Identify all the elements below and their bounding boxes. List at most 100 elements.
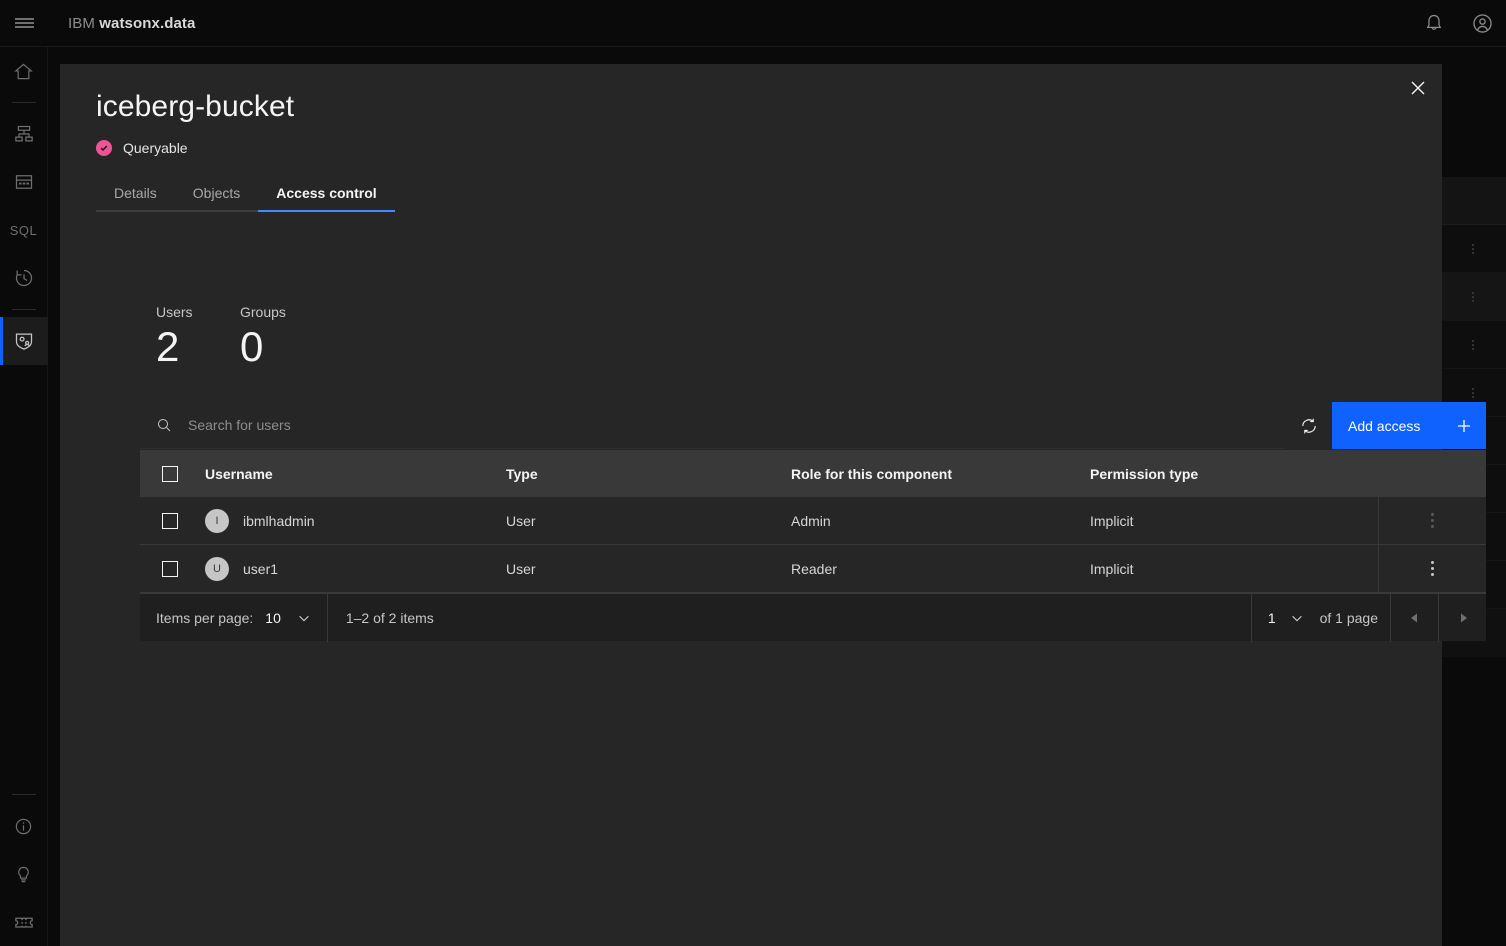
checkmark-filled-icon — [96, 140, 112, 156]
summary-users: Users 2 — [156, 304, 240, 368]
overflow-menu-icon — [1472, 339, 1474, 350]
access-control-panel: iceberg-bucket Queryable Details Objects… — [60, 64, 1486, 946]
sidebar-item-infrastructure[interactable] — [0, 110, 48, 158]
tab-label: Objects — [192, 185, 241, 201]
cell-role: Reader — [791, 560, 837, 577]
table-icon — [15, 175, 32, 189]
sidebar-item-support[interactable] — [0, 898, 48, 946]
top-header-actions — [1410, 0, 1506, 47]
pagination-range-text: 1–2 of 2 items — [345, 609, 434, 626]
cell-permission: Implicit — [1090, 512, 1134, 529]
cell-username: U user1 — [205, 556, 506, 581]
tab-label: Details — [114, 185, 157, 201]
brand-name: watsonx.data — [99, 14, 196, 32]
row-checkbox[interactable] — [162, 512, 178, 529]
left-nav-rail: SQL — [0, 47, 48, 946]
brand-title[interactable]: IBM watsonx.data — [68, 15, 195, 32]
column-header-role[interactable]: Role for this component — [791, 466, 1090, 482]
next-page-button[interactable] — [1438, 593, 1486, 642]
chevron-down-icon — [299, 615, 309, 621]
sidebar-item-tips[interactable] — [0, 850, 48, 898]
nav-divider — [11, 309, 36, 310]
previous-page-button[interactable] — [1390, 593, 1438, 642]
refresh-button[interactable] — [1285, 402, 1332, 449]
sql-icon: SQL — [9, 222, 38, 238]
page-number-select[interactable]: 1 — [1250, 593, 1320, 642]
sidebar-item-query-history[interactable] — [0, 254, 48, 302]
items-per-page-select[interactable]: 10 — [265, 610, 311, 626]
panel-header: iceberg-bucket Queryable Details Objects… — [60, 64, 1442, 212]
add-access-button[interactable]: Add access — [1332, 402, 1486, 449]
lightbulb-icon — [18, 866, 29, 882]
summary-label: Users — [156, 304, 193, 320]
brand-prefix: IBM — [68, 14, 95, 32]
summary-value: 2 — [156, 323, 180, 370]
items-per-page-value: 10 — [265, 609, 281, 626]
tab-list: Details Objects Access control — [96, 176, 395, 212]
tab-access-control[interactable]: Access control — [258, 176, 395, 212]
sidebar-item-sql[interactable]: SQL — [0, 206, 48, 254]
summary-groups: Groups 0 — [240, 304, 324, 368]
summary-value: 0 — [240, 323, 264, 370]
column-header-type[interactable]: Type — [506, 466, 791, 482]
sidebar-item-data-manager[interactable] — [0, 158, 48, 206]
status-label: Queryable — [123, 140, 188, 156]
sidebar-item-access-control[interactable] — [0, 317, 48, 365]
column-header-permission[interactable]: Permission type — [1090, 466, 1378, 482]
user-avatar-icon[interactable] — [1458, 0, 1506, 47]
column-header-username[interactable]: Username — [205, 466, 506, 482]
avatar: I — [205, 508, 229, 533]
row-checkbox[interactable] — [162, 560, 178, 577]
sidebar-item-about[interactable] — [0, 802, 48, 850]
row-overflow-menu-button[interactable] — [1378, 545, 1486, 592]
sidebar-item-home[interactable] — [0, 47, 48, 95]
ticket-icon — [14, 917, 33, 928]
summary-counts: Users 2 Groups 0 — [156, 304, 324, 368]
tab-details[interactable]: Details — [96, 176, 175, 212]
hamburger-icon[interactable] — [0, 0, 48, 47]
cell-type: User — [506, 512, 536, 529]
username-label: ibmlhadmin — [243, 512, 315, 529]
page-number-value: 1 — [1267, 609, 1276, 626]
hierarchy-icon — [14, 125, 33, 142]
add-access-label: Add access — [1348, 417, 1421, 434]
shield-user-icon — [15, 333, 32, 350]
row-select-cell — [140, 512, 205, 529]
table-toolbar: Add access — [140, 402, 1486, 449]
row-overflow-menu-button[interactable] — [1378, 497, 1486, 544]
close-icon[interactable] — [1394, 64, 1442, 112]
total-pages-label: of 1 page — [1319, 609, 1378, 626]
cell-type: User — [506, 560, 536, 577]
items-per-page-group: Items per page: 10 — [140, 593, 328, 642]
page-title: iceberg-bucket — [96, 90, 295, 123]
select-all-cell — [140, 465, 205, 482]
column-header-actions — [1378, 450, 1486, 497]
table-row[interactable]: U user1 User Reader Implicit — [140, 545, 1486, 593]
top-header: IBM watsonx.data — [0, 0, 1506, 47]
username-label: user1 — [243, 560, 279, 577]
cell-username: I ibmlhadmin — [205, 508, 506, 533]
search-icon — [158, 419, 171, 432]
overflow-menu-icon — [1472, 387, 1474, 398]
row-select-cell — [140, 560, 205, 577]
select-all-checkbox[interactable] — [162, 465, 178, 482]
search-field[interactable] — [140, 402, 1285, 449]
cell-role: Admin — [791, 512, 831, 529]
tab-label: Access control — [276, 185, 377, 201]
nav-divider — [11, 102, 36, 103]
caret-left-icon — [1410, 613, 1417, 622]
chevron-down-icon — [1291, 615, 1302, 621]
table-row[interactable]: I ibmlhadmin User Admin Implicit — [140, 497, 1486, 545]
table-header-row: Username Type Role for this component Pe… — [140, 450, 1486, 497]
summary-label: Groups — [240, 304, 286, 320]
home-icon — [14, 63, 33, 79]
overflow-menu-icon — [1472, 291, 1474, 302]
caret-right-icon — [1460, 613, 1467, 622]
overflow-menu-icon — [1431, 513, 1434, 528]
search-input[interactable] — [188, 417, 1205, 433]
status-badge: Queryable — [96, 140, 188, 156]
overflow-menu-icon — [1431, 561, 1434, 576]
bell-icon[interactable] — [1410, 0, 1458, 47]
tab-objects[interactable]: Objects — [174, 176, 259, 212]
refresh-icon — [1301, 418, 1316, 433]
